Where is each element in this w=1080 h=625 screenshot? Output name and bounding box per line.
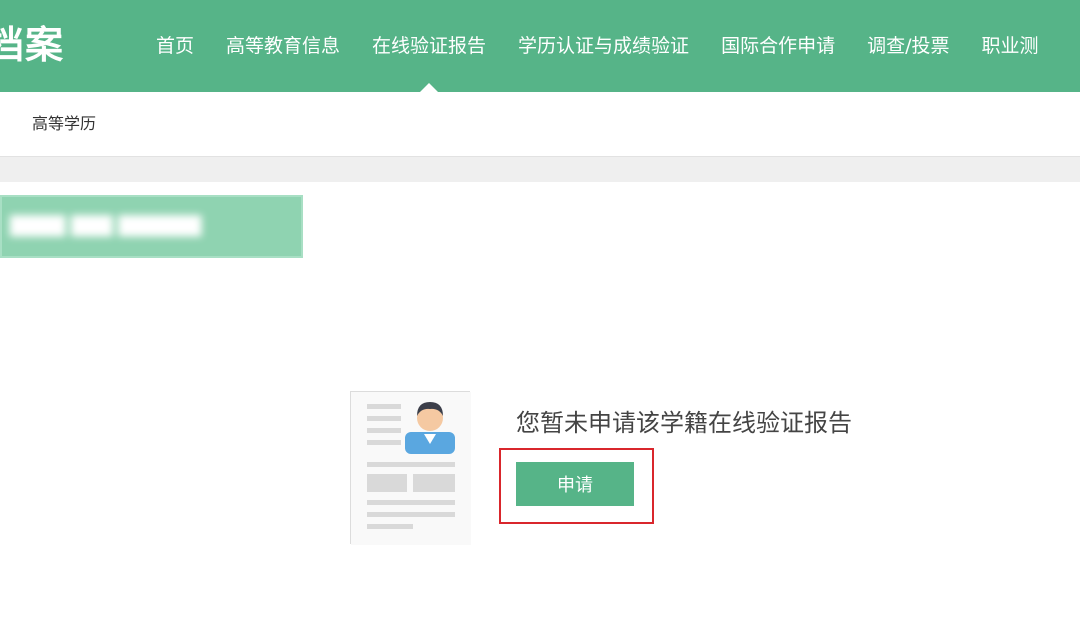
nav-label: 学历认证与成绩验证 [518,35,690,57]
blurred-record-tab[interactable]: ████ ███ ██████ [0,195,303,258]
nav-label: 职业测 [981,35,1039,57]
main-nav: 首页 高等教育信息 在线验证报告 学历认证与成绩验证 国际合作申请 调查/投票 … [140,0,1055,92]
nav-label: 调查/投票 [867,35,950,57]
nav-item-degree-certification[interactable]: 学历认证与成绩验证 [518,0,689,92]
site-logo[interactable]: 档案 [0,22,64,68]
nav-item-online-verification-report[interactable]: 在线验证报告 [372,0,486,92]
top-navigation-bar: 档案 首页 高等教育信息 在线验证报告 学历认证与成绩验证 国际合作申请 调查/… [0,0,1080,92]
subtab-higher-education[interactable]: 高等学历 [32,114,96,134]
nav-item-higher-education-info[interactable]: 高等教育信息 [226,0,340,92]
document-avatar-icon [350,391,471,545]
nav-label: 首页 [156,35,195,57]
section-divider [0,156,1080,182]
nav-item-home[interactable]: 首页 [156,0,194,92]
highlight-annotation-box [499,448,654,524]
nav-item-career-test[interactable]: 职业测 [981,0,1038,92]
nav-item-survey-vote[interactable]: 调查/投票 [867,0,949,92]
nav-label: 在线验证报告 [372,35,487,57]
blurred-record-text: ████ ███ ██████ [10,216,202,237]
nav-label: 高等教育信息 [226,35,341,57]
empty-state-message: 您暂未申请该学籍在线验证报告 [516,409,852,437]
nav-label: 国际合作申请 [721,35,836,57]
nav-item-international-cooperation[interactable]: 国际合作申请 [721,0,835,92]
sub-navigation-bar: 高等学历 [0,92,1080,156]
